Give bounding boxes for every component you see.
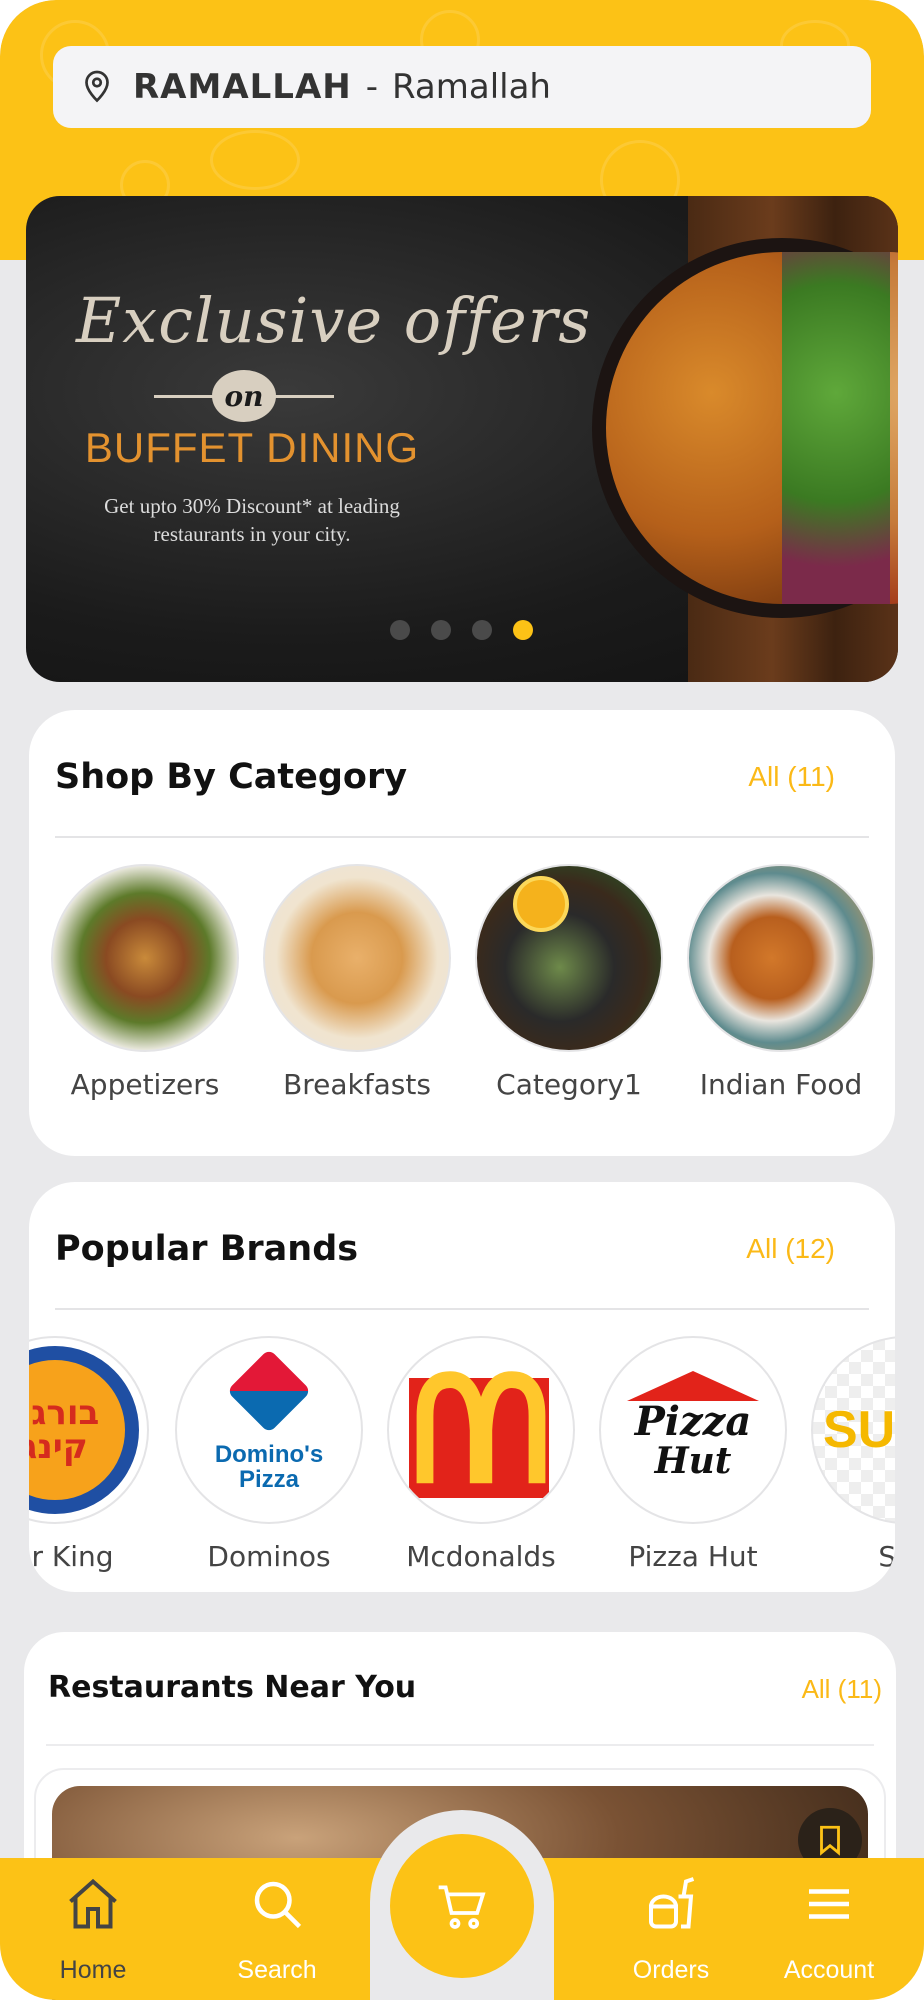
brands-card: Popular Brands All (12) בורגר קינג ger K… bbox=[29, 1182, 895, 1592]
cart-icon bbox=[438, 1885, 486, 1929]
menu-icon bbox=[809, 1889, 849, 1919]
brand-item-subway[interactable]: SUB Sub bbox=[805, 1336, 895, 1573]
brands-title: Popular Brands bbox=[55, 1229, 359, 1269]
category-item-category1[interactable]: Category1 bbox=[469, 864, 669, 1101]
bookmark-icon bbox=[820, 1825, 840, 1856]
brands-header: Popular Brands All (12) bbox=[55, 1182, 869, 1310]
search-icon bbox=[254, 1881, 302, 1929]
carousel-dot[interactable] bbox=[472, 620, 492, 640]
brands-all-link[interactable]: All (12) bbox=[746, 1233, 835, 1265]
pizza-hut-roof-icon bbox=[627, 1371, 759, 1401]
category-image bbox=[51, 864, 239, 1052]
category-image bbox=[475, 864, 663, 1052]
divider bbox=[46, 1744, 874, 1746]
brand-label: Dominos bbox=[207, 1540, 331, 1573]
brand-label: Mcdonalds bbox=[406, 1540, 556, 1573]
category-item-breakfasts[interactable]: Breakfasts bbox=[257, 864, 457, 1101]
category-label: Indian Food bbox=[699, 1068, 863, 1101]
category-all-link[interactable]: All (11) bbox=[748, 761, 835, 793]
carousel-dots bbox=[390, 620, 533, 640]
banner-subtitle: Get upto 30% Discount* at leading restau… bbox=[104, 494, 400, 546]
category-label: Appetizers bbox=[70, 1068, 220, 1101]
category-label: Breakfasts bbox=[283, 1068, 431, 1101]
dominos-logo: Domino's Pizza bbox=[175, 1336, 363, 1524]
nav-label: Account bbox=[783, 1956, 875, 1984]
brand-label: ger King bbox=[29, 1540, 114, 1573]
category-image bbox=[263, 864, 451, 1052]
dominos-tile-icon bbox=[226, 1348, 312, 1434]
category-label: Category1 bbox=[496, 1068, 642, 1101]
nav-label: Search bbox=[237, 1956, 317, 1984]
cart-button[interactable] bbox=[390, 1834, 534, 1978]
restaurants-title: Restaurants Near You bbox=[48, 1670, 417, 1705]
nav-item-search[interactable]: Search bbox=[212, 1874, 342, 1985]
brand-item-pizza-hut[interactable]: Pizza Hut Pizza Hut bbox=[593, 1336, 793, 1573]
banner-on-text: on bbox=[212, 370, 276, 422]
promo-banner[interactable]: Exclusive offers on BUFFET DINING Get up… bbox=[26, 196, 898, 682]
app-screen: RAMALLAH - Ramallah Exclusive offers on … bbox=[0, 0, 924, 2000]
brand-item-mcdonalds[interactable]: Mcdonalds bbox=[381, 1336, 581, 1573]
carousel-dot[interactable] bbox=[390, 620, 410, 640]
location-selector[interactable]: RAMALLAH - Ramallah bbox=[53, 46, 871, 128]
orders-icon bbox=[649, 1877, 695, 1929]
nav-item-home[interactable]: Home bbox=[28, 1874, 158, 1985]
location-city: RAMALLAH bbox=[133, 67, 352, 107]
restaurants-all-link[interactable]: All (11) bbox=[802, 1674, 882, 1705]
golden-arches-icon bbox=[416, 1371, 546, 1484]
location-area: Ramallah bbox=[392, 67, 551, 107]
category-card: Shop By Category All (11) Appetizers Bre… bbox=[29, 710, 895, 1156]
location-pin-icon bbox=[85, 70, 109, 103]
category-header: Shop By Category All (11) bbox=[55, 710, 869, 838]
carousel-dot[interactable] bbox=[431, 620, 451, 640]
brand-item-burger-king[interactable]: בורגר קינג ger King bbox=[29, 1336, 155, 1573]
category-image bbox=[687, 864, 875, 1052]
brand-label: Pizza Hut bbox=[628, 1540, 758, 1573]
burger-king-logo: בורגר קינג bbox=[29, 1336, 149, 1524]
brand-label: Sub bbox=[878, 1540, 895, 1573]
nav-label: Home bbox=[59, 1956, 127, 1984]
pizza-hut-logo: Pizza Hut bbox=[599, 1336, 787, 1524]
mcdonalds-logo bbox=[387, 1336, 575, 1524]
category-item-indian-food[interactable]: Indian Food bbox=[681, 864, 881, 1101]
location-separator: - bbox=[365, 67, 379, 107]
nav-label: Orders bbox=[632, 1956, 710, 1984]
banner-title: BUFFET DINING bbox=[84, 424, 420, 471]
category-title: Shop By Category bbox=[55, 757, 408, 797]
nav-item-account[interactable]: Account bbox=[764, 1874, 894, 1985]
banner-food-plate bbox=[592, 238, 898, 618]
home-icon bbox=[69, 1878, 117, 1929]
nav-item-orders[interactable]: Orders bbox=[606, 1874, 736, 1985]
subway-logo: SUB bbox=[811, 1336, 895, 1524]
carousel-dot-active[interactable] bbox=[513, 620, 533, 640]
brand-item-dominos[interactable]: Domino's Pizza Dominos bbox=[169, 1336, 369, 1573]
category-item-appetizers[interactable]: Appetizers bbox=[45, 864, 245, 1101]
banner-on-badge: on bbox=[154, 368, 334, 424]
banner-script-title: Exclusive offers bbox=[76, 284, 592, 357]
